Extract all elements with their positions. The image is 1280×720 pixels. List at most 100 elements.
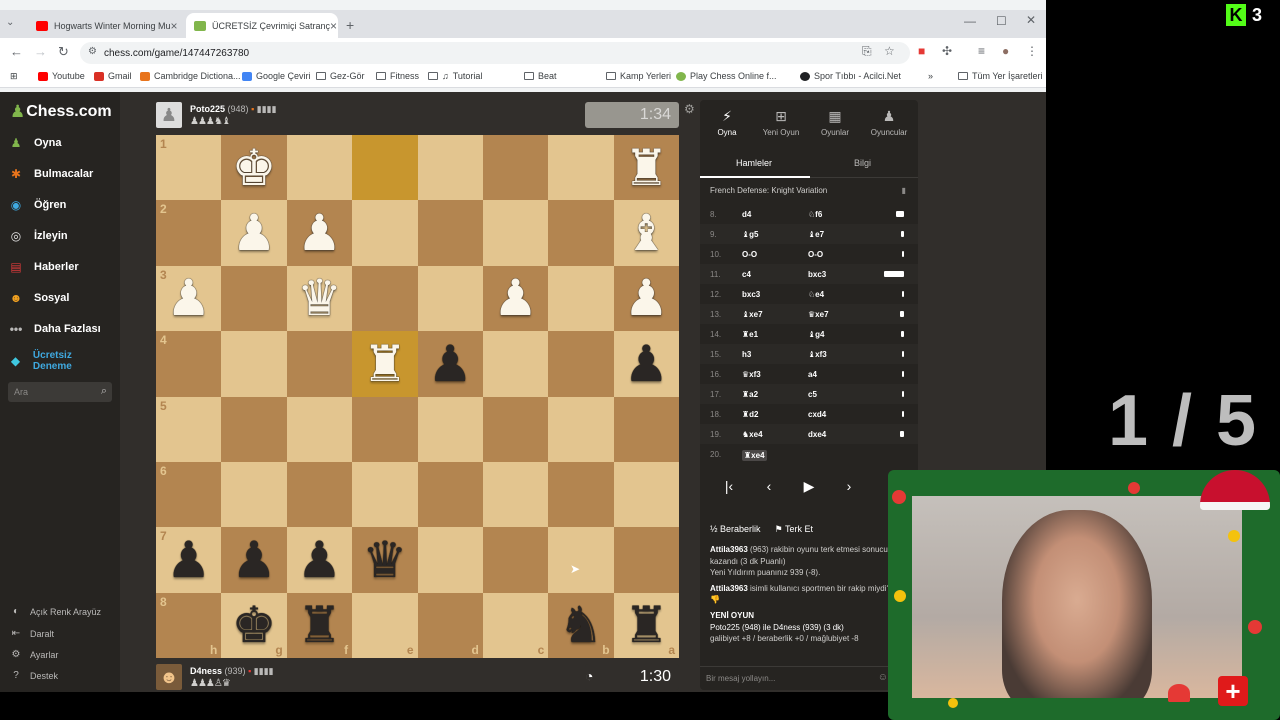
nav-search-input[interactable]: Ara ⌕: [8, 382, 112, 402]
white-pawn-piece[interactable]: ♟: [297, 208, 342, 258]
black-pawn-piece[interactable]: ♟: [624, 339, 669, 389]
square-e5[interactable]: [352, 396, 418, 462]
bookmark-folder[interactable]: Gez-Gör: [316, 71, 365, 81]
square-b5[interactable]: [548, 396, 614, 462]
new-tab-button[interactable]: +: [346, 17, 354, 33]
square-g2[interactable]: ♟: [221, 200, 287, 266]
black-king-piece[interactable]: ♚: [232, 600, 277, 650]
black-knight-piece[interactable]: ♞: [559, 600, 604, 650]
white-move[interactable]: ♜xe4: [742, 450, 767, 461]
tab-players[interactable]: ♟ Oyuncular: [862, 108, 916, 137]
square-h3[interactable]: 3 ♟: [156, 265, 222, 332]
square-h7[interactable]: 7 ♟: [156, 527, 222, 593]
star-icon[interactable]: ☆: [884, 44, 895, 58]
nav-more[interactable]: ••• Daha Fazlası: [8, 322, 101, 336]
square-g4[interactable]: [221, 331, 287, 397]
nav-news[interactable]: ▤ Haberler: [8, 260, 78, 274]
extensions-icon[interactable]: ✣: [942, 44, 952, 58]
square-e6[interactable]: [352, 461, 418, 528]
black-move[interactable]: a4: [808, 370, 817, 379]
emoji-icon[interactable]: ☺: [878, 672, 888, 683]
tab-hogwarts[interactable]: Hogwarts Winter Morning Mu ×: [28, 13, 184, 38]
square-a4[interactable]: ♟: [613, 331, 679, 397]
square-g3[interactable]: [221, 265, 287, 332]
nav-social[interactable]: ☻ Sosyal: [8, 291, 70, 305]
square-h8[interactable]: 8h: [156, 592, 222, 658]
draw-button[interactable]: ½ Beraberlik: [710, 524, 761, 535]
collapse-button[interactable]: ⇤ Daralt: [10, 628, 54, 639]
square-g1[interactable]: ♚: [221, 135, 287, 201]
square-a3[interactable]: ♟: [613, 265, 679, 332]
avatar[interactable]: ☻: [156, 664, 182, 690]
square-b3[interactable]: [548, 265, 614, 332]
square-f8[interactable]: f ♜: [286, 592, 353, 658]
black-move[interactable]: ♘f6: [808, 210, 822, 219]
square-c7[interactable]: [482, 527, 549, 593]
first-move-button[interactable]: |‹: [714, 478, 744, 500]
chat-input[interactable]: Bir mesaj yollayın... ☺: [700, 666, 918, 690]
black-queen-piece[interactable]: ♛: [362, 535, 407, 585]
white-pawn-piece[interactable]: ♟: [166, 273, 211, 323]
square-f7[interactable]: ♟: [286, 527, 353, 593]
white-move[interactable]: ♜a2: [742, 390, 758, 399]
square-c1[interactable]: [482, 135, 549, 201]
bookmark-folder[interactable]: Fitness: [376, 71, 419, 81]
book-icon[interactable]: ▮: [902, 186, 906, 195]
white-move[interactable]: ♜e1: [742, 330, 758, 339]
chess-board[interactable]: 1 ♚ ♜ 2 ♟ ♟ ♝ 3 ♟ ♛ ♟ ♟ 4 ♜ ♟ ♟ 5 6 7 ♟ ♟ ♟ ♛ 8 h g ♚ f ♜ e d c b ♞ a ♜: [156, 135, 679, 658]
site-info-icon[interactable]: ⚙: [88, 46, 97, 57]
square-f5[interactable]: [286, 396, 353, 462]
square-d5[interactable]: [417, 396, 483, 462]
square-d6[interactable]: [417, 461, 483, 528]
minimize-icon[interactable]: —: [964, 14, 976, 28]
square-f2[interactable]: ♟: [286, 200, 353, 266]
square-a2[interactable]: ♝: [613, 200, 679, 266]
tab-info[interactable]: Bilgi: [854, 158, 871, 168]
square-a1[interactable]: ♜: [613, 135, 679, 201]
square-g6[interactable]: [221, 461, 287, 528]
white-move[interactable]: O-O: [742, 250, 757, 259]
white-rook-piece[interactable]: ♜: [624, 143, 669, 193]
white-move[interactable]: ♛xf3: [742, 370, 761, 379]
black-move[interactable]: c5: [808, 390, 817, 399]
square-c2[interactable]: [482, 200, 549, 266]
white-move[interactable]: ♝xe7: [742, 310, 763, 319]
play-button[interactable]: ▶: [794, 478, 824, 500]
white-pawn-piece[interactable]: ♟: [624, 273, 669, 323]
square-g8[interactable]: g ♚: [221, 592, 287, 658]
square-a5[interactable]: [613, 396, 679, 462]
profile-icon[interactable]: ●: [1002, 44, 1009, 58]
square-c3[interactable]: ♟: [482, 265, 549, 332]
maximize-icon[interactable]: ☐: [996, 14, 1007, 28]
bookmark-gmail[interactable]: Gmail: [94, 71, 132, 81]
square-h1[interactable]: 1: [156, 135, 222, 201]
tab-moves[interactable]: Hamleler: [736, 158, 772, 168]
black-move[interactable]: ♘e4: [808, 290, 824, 299]
tab-games[interactable]: ▦ Oyunlar: [808, 108, 862, 137]
white-queen-piece[interactable]: ♛: [297, 273, 342, 323]
menu-icon[interactable]: ⋮: [1026, 44, 1038, 58]
white-move[interactable]: ♝g5: [742, 230, 759, 239]
reload-icon[interactable]: ↻: [58, 44, 69, 60]
black-move[interactable]: dxe4: [808, 430, 826, 439]
white-pawn-piece[interactable]: ♟: [493, 273, 538, 323]
media-icon[interactable]: ≡: [978, 44, 985, 58]
nav-trial[interactable]: ◆ Ücretsiz Deneme: [8, 350, 108, 372]
black-move[interactable]: ♝e7: [808, 230, 824, 239]
square-f3[interactable]: ♛: [286, 265, 353, 332]
square-c6[interactable]: [482, 461, 549, 528]
square-c8[interactable]: c: [482, 592, 549, 658]
black-pawn-piece[interactable]: ♟: [297, 535, 342, 585]
nav-watch[interactable]: ◎ İzleyin: [8, 229, 68, 243]
black-move[interactable]: ♝xf3: [808, 350, 827, 359]
extension-icon[interactable]: ■: [918, 44, 925, 58]
all-bookmarks[interactable]: Tüm Yer İşaretleri: [958, 71, 1043, 81]
white-move[interactable]: h3: [742, 350, 751, 359]
square-h4[interactable]: 4: [156, 331, 222, 397]
square-b6[interactable]: [548, 461, 614, 528]
tab-new-game[interactable]: ⊞ Yeni Oyun: [754, 108, 808, 137]
square-b7[interactable]: [548, 527, 614, 593]
white-move[interactable]: d4: [742, 210, 751, 219]
square-c4[interactable]: [482, 331, 549, 397]
square-e1[interactable]: [352, 135, 418, 201]
